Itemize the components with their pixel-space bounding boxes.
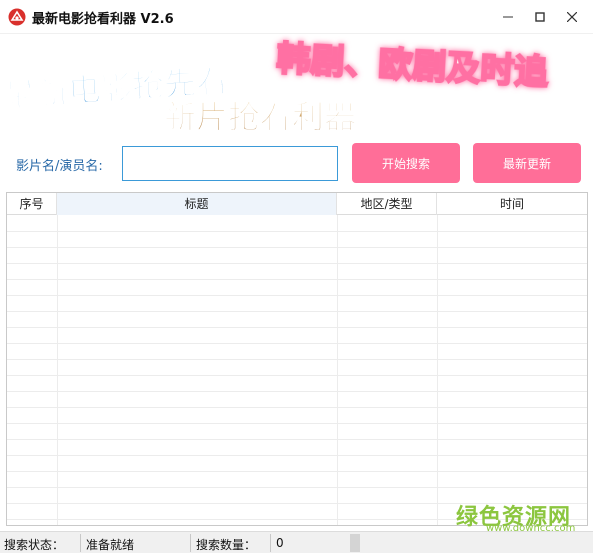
table-row-divider xyxy=(7,359,587,360)
table-row-divider xyxy=(7,375,587,376)
status-divider xyxy=(80,534,81,552)
status-state-label: 搜索状态： xyxy=(4,538,65,552)
status-count-label: 搜索数量： xyxy=(196,538,257,552)
banner-art: 最新电影抢先看 韩剧、欧剧及时追 新片抢看利器 xyxy=(3,38,551,137)
table-column-divider xyxy=(437,215,438,525)
app-logo-icon xyxy=(8,8,26,26)
table-row-divider xyxy=(7,279,587,280)
table-row-divider xyxy=(7,327,587,328)
results-table[interactable]: 序号 标题 地区/类型 时间 xyxy=(6,192,588,526)
title-bar: 最新电影抢看利器 V2.6 xyxy=(0,0,593,34)
column-header-title[interactable]: 标题 xyxy=(57,193,337,215)
window-title: 最新电影抢看利器 V2.6 xyxy=(32,12,174,27)
close-icon xyxy=(567,12,577,22)
status-scroll-handle[interactable] xyxy=(350,534,360,552)
table-row-divider xyxy=(7,455,587,456)
column-header-time[interactable]: 时间 xyxy=(437,193,587,215)
column-header-region-type[interactable]: 地区/类型 xyxy=(337,193,437,215)
table-row-divider xyxy=(7,263,587,264)
promo-banner: 最新电影抢先看 韩剧、欧剧及时追 新片抢看利器 xyxy=(0,34,593,138)
status-bar: 搜索状态： 准备就绪 搜索数量： 0 xyxy=(0,531,593,553)
table-row-divider xyxy=(7,487,587,488)
table-row-divider xyxy=(7,311,587,312)
minimize-icon xyxy=(503,16,513,18)
watermark-url: www.downcc.com xyxy=(486,523,576,534)
table-row-divider xyxy=(7,295,587,296)
table-row-divider xyxy=(7,343,587,344)
banner-line-2: 韩剧、欧剧及时追 xyxy=(276,39,550,93)
start-search-button[interactable]: 开始搜索 xyxy=(352,143,460,183)
status-state-value: 准备就绪 xyxy=(86,538,135,552)
latest-update-button[interactable]: 最新更新 xyxy=(473,143,581,183)
table-row-divider xyxy=(7,471,587,472)
search-label: 影片名/演员名: xyxy=(16,159,103,174)
table-header: 序号 标题 地区/类型 时间 xyxy=(7,193,587,215)
table-row-divider xyxy=(7,247,587,248)
banner-line-3: 新片抢看利器 xyxy=(164,98,357,136)
search-input[interactable] xyxy=(122,146,338,181)
maximize-icon xyxy=(535,12,545,22)
minimize-button[interactable] xyxy=(492,0,524,34)
maximize-button[interactable] xyxy=(524,0,556,34)
table-row-divider xyxy=(7,391,587,392)
table-column-divider xyxy=(57,215,58,525)
status-divider xyxy=(270,534,271,552)
table-row-divider xyxy=(7,231,587,232)
table-row-divider xyxy=(7,423,587,424)
column-header-index[interactable]: 序号 xyxy=(7,193,57,215)
status-count-value: 0 xyxy=(276,536,284,550)
close-button[interactable] xyxy=(556,0,588,34)
table-row-divider xyxy=(7,407,587,408)
status-divider xyxy=(190,534,191,552)
table-column-divider xyxy=(337,215,338,525)
table-row-divider xyxy=(7,439,587,440)
